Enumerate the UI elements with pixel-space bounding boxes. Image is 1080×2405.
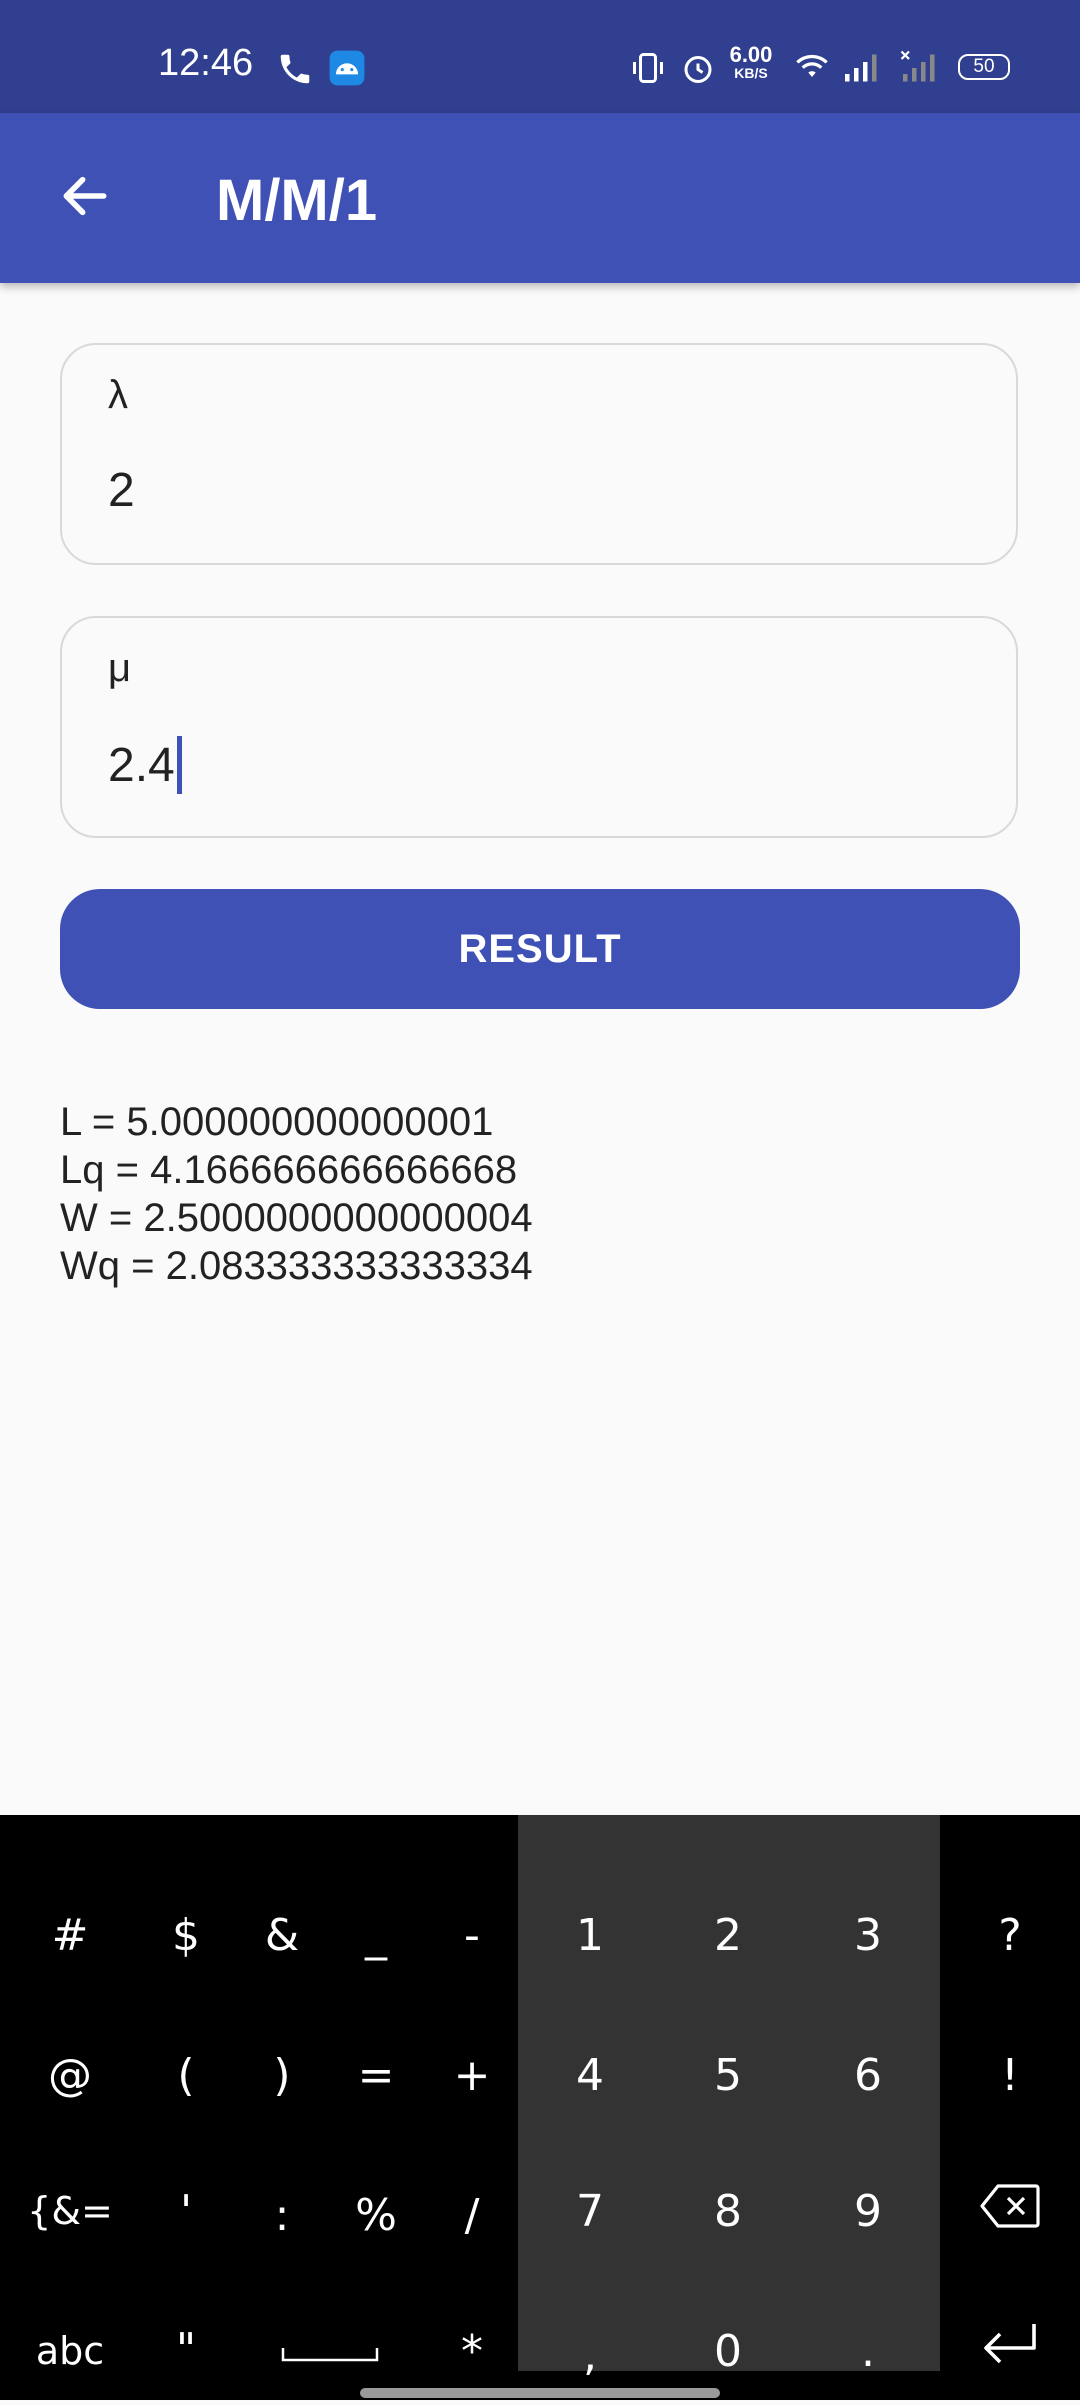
alarm-icon — [680, 50, 716, 91]
key-5[interactable]: 5 — [678, 2025, 778, 2125]
key-0[interactable]: 0 — [678, 2301, 778, 2401]
signal-icon — [842, 50, 878, 91]
lambda-value: 2 — [108, 464, 135, 517]
wifi-icon — [792, 50, 832, 91]
gesture-nav-bar[interactable] — [360, 2388, 720, 2398]
key-6[interactable]: 6 — [818, 2025, 918, 2125]
phone-icon — [276, 50, 314, 93]
text-cursor — [176, 736, 182, 794]
back-button[interactable] — [40, 158, 130, 238]
backspace-icon — [978, 2182, 1042, 2241]
backspace-key[interactable] — [960, 2161, 1060, 2261]
key-8[interactable]: 8 — [678, 2161, 778, 2261]
keyboard: # $ & _ - 1 2 3 ? @ ( ) = + 4 5 6 ! {&= … — [0, 1815, 1080, 2400]
app-bar: M/M/1 — [0, 113, 1080, 283]
key-lparen[interactable]: ( — [136, 2025, 236, 2125]
signal-off-icon — [900, 50, 936, 91]
android-app-icon — [328, 49, 366, 92]
result-l: L = 5.000000000000001 — [60, 1100, 494, 1144]
vibrate-icon — [630, 50, 666, 91]
key-at[interactable]: @ — [20, 2025, 120, 2125]
arrow-left-icon — [57, 168, 113, 229]
key-dollar[interactable]: $ — [136, 1885, 236, 1985]
enter-icon — [978, 2318, 1042, 2385]
network-speed: 6.00 KB/S — [726, 42, 776, 82]
key-percent[interactable]: % — [326, 2165, 426, 2265]
key-rparen[interactable]: ) — [232, 2025, 332, 2125]
lambda-input[interactable]: 2 — [108, 463, 135, 518]
result-w: W = 2.5000000000000004 — [60, 1196, 533, 1240]
key-7[interactable]: 7 — [540, 2161, 640, 2261]
result-lq: Lq = 4.166666666666668 — [60, 1148, 518, 1192]
mu-field[interactable]: μ 2.4 — [60, 616, 1018, 838]
mu-value: 2.4 — [108, 738, 175, 792]
lambda-field[interactable]: λ 2 — [60, 343, 1018, 565]
status-time: 12:46 — [158, 42, 254, 84]
key-exclamation[interactable]: ! — [960, 2025, 1060, 2125]
key-question[interactable]: ? — [960, 1885, 1060, 1985]
key-colon[interactable]: : — [232, 2165, 332, 2265]
battery-icon: 50 — [958, 54, 1010, 80]
key-ampersand[interactable]: & — [232, 1885, 332, 1985]
mu-input[interactable]: 2.4 — [108, 736, 182, 794]
network-speed-value: 6.00 — [729, 42, 773, 67]
mu-label: μ — [108, 646, 132, 690]
key-period[interactable]: . — [818, 2301, 918, 2401]
key-quote[interactable]: " — [136, 2299, 236, 2399]
results-output: L = 5.000000000000001 Lq = 4.16666666666… — [60, 1098, 533, 1290]
space-key[interactable] — [250, 2301, 410, 2401]
lambda-label: λ — [108, 373, 128, 417]
key-symbols[interactable]: {&= — [10, 2161, 130, 2261]
enter-key[interactable] — [955, 2301, 1065, 2401]
key-hash[interactable]: # — [20, 1885, 120, 1985]
key-equals[interactable]: = — [326, 2025, 426, 2125]
key-asterisk[interactable]: * — [422, 2301, 522, 2401]
key-abc[interactable]: abc — [10, 2301, 130, 2401]
key-underscore[interactable]: _ — [326, 1885, 426, 1985]
status-bar: 12:46 6.00 KB/S 50 — [0, 0, 1080, 113]
key-2[interactable]: 2 — [678, 1885, 778, 1985]
battery-level: 50 — [973, 56, 995, 77]
key-1[interactable]: 1 — [540, 1885, 640, 1985]
key-9[interactable]: 9 — [818, 2161, 918, 2261]
key-3[interactable]: 3 — [818, 1885, 918, 1985]
key-slash[interactable]: / — [422, 2165, 522, 2265]
result-wq: Wq = 2.083333333333334 — [60, 1244, 533, 1288]
page-title: M/M/1 — [216, 168, 378, 233]
result-button[interactable]: RESULT — [60, 889, 1020, 1009]
key-4[interactable]: 4 — [540, 2025, 640, 2125]
key-plus[interactable]: + — [422, 2025, 522, 2125]
key-minus[interactable]: - — [422, 1885, 522, 1985]
key-apostrophe[interactable]: ' — [136, 2161, 236, 2261]
space-icon — [280, 2326, 380, 2377]
